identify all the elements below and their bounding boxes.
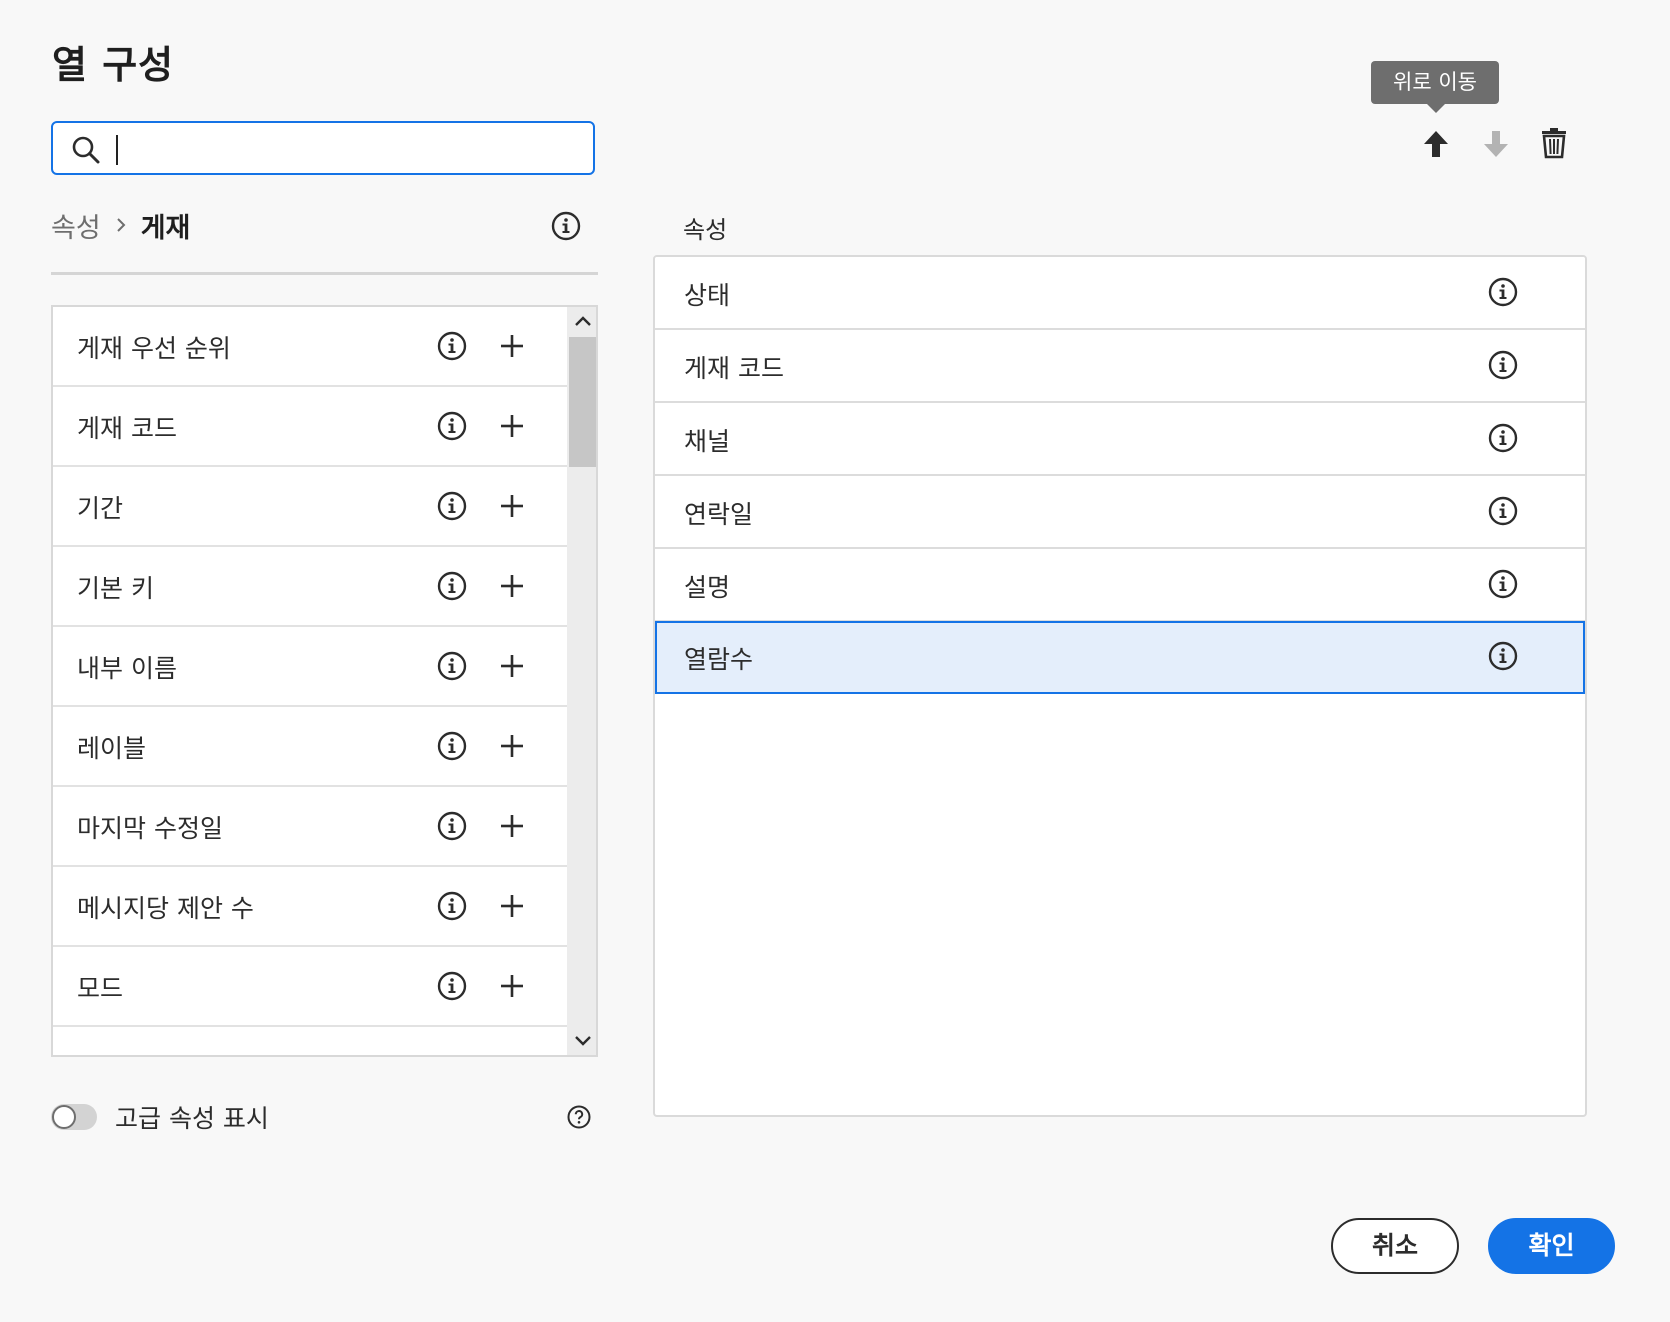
- info-icon[interactable]: [437, 571, 467, 605]
- field-label: 메시지당 제안 수: [77, 894, 254, 923]
- info-icon[interactable]: [437, 971, 467, 1005]
- move-down-arrow-icon[interactable]: [1482, 129, 1510, 163]
- list-item[interactable]: 게재 우선 순위: [53, 307, 567, 387]
- search-input[interactable]: [51, 121, 595, 175]
- add-icon[interactable]: [499, 733, 525, 763]
- add-icon[interactable]: [499, 893, 525, 923]
- list-item[interactable]: 연락일: [655, 476, 1585, 549]
- list-item[interactable]: 기간: [53, 467, 567, 547]
- info-icon[interactable]: [1488, 423, 1518, 457]
- breadcrumb-current: 게재: [140, 213, 191, 244]
- add-icon[interactable]: [499, 413, 525, 443]
- info-icon[interactable]: [437, 331, 467, 365]
- info-icon[interactable]: [437, 491, 467, 525]
- chevron-right-icon: [115, 210, 127, 241]
- search-icon: [72, 136, 100, 164]
- info-icon[interactable]: [437, 731, 467, 765]
- add-icon[interactable]: [499, 653, 525, 683]
- column-label: 설명: [684, 573, 731, 602]
- list-item-selected[interactable]: 열람수: [655, 621, 1585, 694]
- trash-icon[interactable]: [1540, 127, 1568, 163]
- add-icon[interactable]: [499, 973, 525, 1003]
- list-item[interactable]: 게재 코드: [53, 387, 567, 467]
- tooltip: 위로 이동: [1371, 61, 1499, 113]
- list-item[interactable]: 내부 이름: [53, 627, 567, 707]
- confirm-button[interactable]: 확인: [1488, 1218, 1615, 1274]
- column-label: 열람수: [684, 645, 754, 674]
- info-icon[interactable]: [437, 411, 467, 445]
- info-icon[interactable]: [1488, 277, 1518, 311]
- divider: [51, 272, 598, 275]
- column-label: 연락일: [684, 500, 754, 529]
- toggle-label: 고급 속성 표시: [115, 1104, 269, 1133]
- column-label: 상태: [684, 281, 731, 310]
- add-icon[interactable]: [499, 493, 525, 523]
- breadcrumb: 속성 게재: [51, 206, 190, 245]
- info-icon[interactable]: [1488, 350, 1518, 384]
- info-icon[interactable]: [551, 211, 581, 245]
- list-item[interactable]: 메시지당 제안 수: [53, 867, 567, 947]
- dialog-title: 열 구성: [52, 43, 175, 87]
- info-icon[interactable]: [1488, 641, 1518, 675]
- info-icon[interactable]: [437, 891, 467, 925]
- breadcrumb-root[interactable]: 속성: [51, 206, 101, 245]
- list-item[interactable]: 마지막 수정일: [53, 787, 567, 867]
- field-label: 게재 코드: [77, 414, 177, 443]
- info-icon[interactable]: [1488, 569, 1518, 603]
- chevron-up-icon[interactable]: [572, 313, 594, 333]
- move-up-arrow-icon[interactable]: [1422, 129, 1450, 163]
- list-item[interactable]: 모드: [53, 947, 567, 1027]
- list-item[interactable]: 레이블: [53, 707, 567, 787]
- text-caret: [116, 135, 118, 165]
- scrollbar-thumb[interactable]: [569, 337, 596, 467]
- add-icon[interactable]: [499, 333, 525, 363]
- available-fields-list: 게재 우선 순위 게재 코드 기간 기본 키 내부 이름 레이블 마지막 수정일…: [51, 305, 598, 1057]
- chevron-down-icon[interactable]: [572, 1033, 594, 1053]
- field-label: 기간: [77, 494, 124, 523]
- info-icon[interactable]: [437, 651, 467, 685]
- selected-columns-list: 상태 게재 코드 채널 연락일 설명 열람수: [653, 255, 1587, 1117]
- list-item[interactable]: 게재 코드: [655, 330, 1585, 403]
- add-icon[interactable]: [499, 813, 525, 843]
- help-icon[interactable]: [567, 1105, 591, 1133]
- add-icon[interactable]: [499, 573, 525, 603]
- column-label: 게재 코드: [684, 354, 784, 383]
- selected-columns-heading: 속성: [683, 216, 728, 244]
- field-label: 내부 이름: [77, 654, 177, 683]
- field-label: 레이블: [77, 734, 147, 763]
- field-label: 게재 우선 순위: [77, 334, 231, 363]
- field-label: 기본 키: [77, 574, 154, 603]
- info-icon[interactable]: [1488, 496, 1518, 530]
- field-label: 모드: [77, 974, 124, 1003]
- cancel-button[interactable]: 취소: [1331, 1218, 1459, 1274]
- list-item[interactable]: 채널: [655, 403, 1585, 476]
- advanced-attributes-toggle[interactable]: [51, 1104, 97, 1130]
- list-item[interactable]: [53, 1027, 567, 1055]
- info-icon[interactable]: [437, 811, 467, 845]
- column-label: 채널: [684, 427, 731, 456]
- list-item[interactable]: 설명: [655, 549, 1585, 622]
- list-item[interactable]: 상태: [655, 257, 1585, 330]
- field-label: 마지막 수정일: [77, 814, 223, 843]
- list-item[interactable]: 기본 키: [53, 547, 567, 627]
